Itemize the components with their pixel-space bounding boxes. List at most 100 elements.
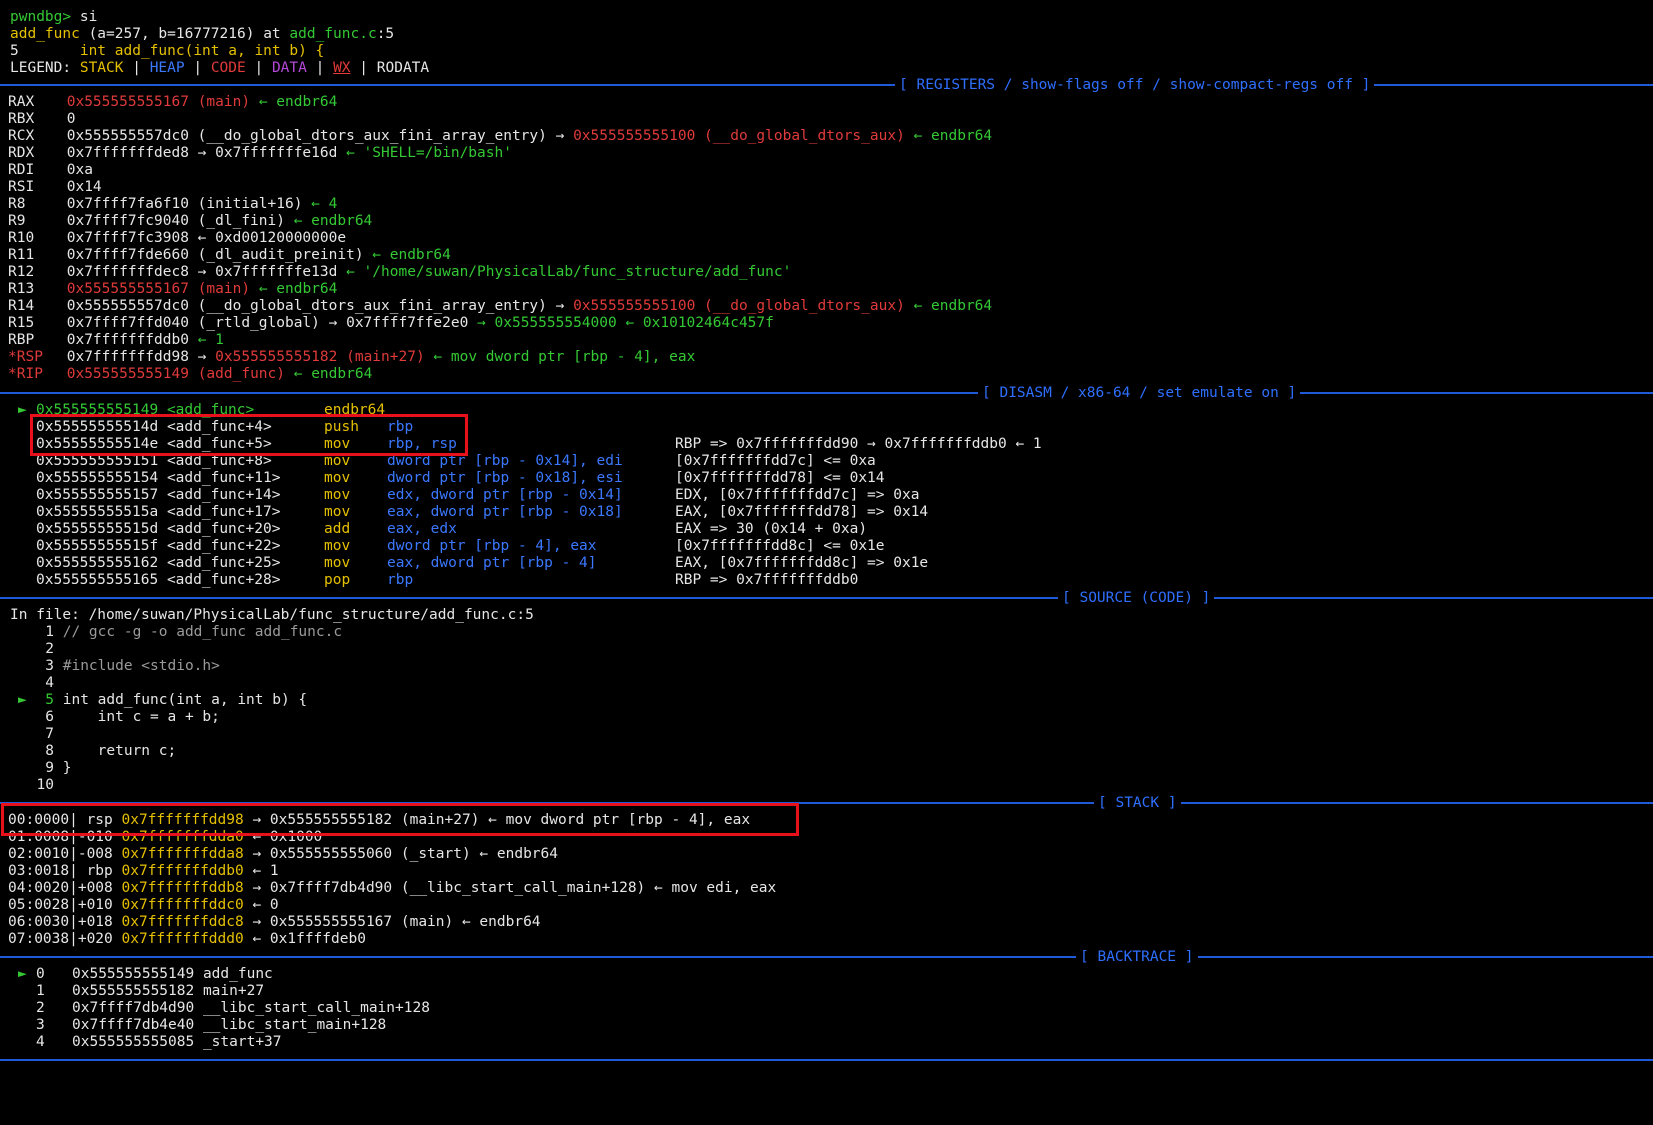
register-tail: ← endbr64 bbox=[913, 298, 993, 314]
legend-label: LEGEND: bbox=[10, 60, 72, 76]
backtrace-frame-number: 2 bbox=[36, 1000, 45, 1016]
register-symbol: (__do_global_dtors_aux) bbox=[704, 298, 905, 314]
disasm-mnemonic: mov bbox=[324, 487, 351, 503]
register-tail: → 0x555555554000 ← 0x10102464c457f bbox=[477, 315, 774, 331]
source-line: 3 #include <stdio.h> bbox=[18, 657, 220, 675]
register-row: R13 0x555555555167 (main) ← endbr64 bbox=[8, 280, 337, 298]
registers-header: [ REGISTERS / show-flags off / show-comp… bbox=[0, 76, 1653, 94]
register-symbol: (main+27) bbox=[346, 349, 425, 365]
backtrace-row: 4 0x555555555085 _start+37 bbox=[18, 1033, 282, 1051]
source-line-text: // gcc -g -o add_func add_func.c bbox=[62, 624, 343, 640]
highlight-box-stack bbox=[1, 803, 799, 836]
backtrace-row: ► 0 0x555555555149 add_func bbox=[18, 965, 273, 983]
stack-offset: rbp bbox=[77, 863, 113, 879]
register-row: *RIP 0x555555555149 (add_func) ← endbr64 bbox=[8, 365, 372, 383]
stack-index: 07:0038 bbox=[8, 931, 70, 947]
disasm-row: 0x555555555165 <add_func+28> bbox=[18, 571, 280, 589]
register-address: 0x555555555167 bbox=[66, 281, 189, 297]
register-address: 0x555555555182 bbox=[215, 349, 338, 365]
source-line-text: #include <stdio.h> bbox=[62, 658, 220, 674]
register-row: R10 0x7ffff7fc3908 ← 0xd00120000000e bbox=[8, 229, 355, 247]
source-title: [ SOURCE (CODE) ] bbox=[1058, 589, 1215, 607]
disasm-address: 0x555555555157 <add_func+14> bbox=[36, 487, 281, 503]
disasm-address: 0x555555555154 <add_func+11> bbox=[36, 470, 281, 486]
backtrace-symbol: __libc_start_call_main+128 bbox=[202, 1000, 430, 1016]
register-tail: ← 'SHELL=/bin/bash' bbox=[346, 145, 512, 161]
stack-value: ← 0x1ffffdeb0 bbox=[252, 931, 366, 947]
disasm-address: 0x55555555515f <add_func+22> bbox=[36, 538, 281, 554]
disasm-annotation: EAX, [0x7fffffffdd78] => 0x14 bbox=[675, 504, 929, 520]
register-row: R9 0x7ffff7fc9040 (_dl_fini) ← endbr64 bbox=[8, 212, 372, 230]
source-line-number: 3 bbox=[45, 658, 54, 674]
register-value: 0x555555557dc0 (__do_global_dtors_aux_fi… bbox=[66, 298, 565, 314]
source-line-text: int add_func(int a, int b) { bbox=[62, 692, 308, 708]
current-source-line: 5 int add_func(int a, int b) { bbox=[10, 42, 324, 60]
backtrace-header: [ BACKTRACE ] bbox=[0, 948, 1653, 966]
register-name: R14 bbox=[8, 298, 35, 314]
prompt: pwndbg> bbox=[10, 9, 72, 25]
bottom-rule bbox=[0, 1051, 1653, 1069]
disasm-operands: dword ptr [rbp - 0x18], esi bbox=[387, 470, 623, 486]
command: si bbox=[79, 9, 98, 25]
frame-args: (a=257, b=16777216) bbox=[88, 26, 255, 42]
source-line: 6 int c = a + b; bbox=[18, 708, 220, 726]
stack-index: 05:0028 bbox=[8, 897, 70, 913]
source-line-number: 4 bbox=[45, 675, 54, 691]
backtrace-address: 0x555555555149 bbox=[72, 966, 195, 982]
register-name: RAX bbox=[8, 94, 35, 110]
stack-index: 04:0020 bbox=[8, 880, 70, 896]
backtrace-frame-number: 4 bbox=[36, 1034, 45, 1050]
backtrace-symbol: _start+37 bbox=[202, 1034, 282, 1050]
register-name: *RIP bbox=[8, 366, 43, 382]
backtrace-address: 0x555555555182 bbox=[72, 983, 195, 999]
current-line-number: 5 bbox=[10, 43, 19, 59]
stack-row: 06:0030|+018 0x7fffffffddc8 → 0x55555555… bbox=[8, 914, 541, 930]
stack-value: → 0x555555555167 (main) ← endbr64 bbox=[252, 914, 541, 930]
register-name: RCX bbox=[8, 128, 35, 144]
source-line: 8 return c; bbox=[18, 742, 176, 760]
register-row: RBX 0 bbox=[8, 110, 84, 128]
stack-offset: +008 bbox=[77, 880, 113, 896]
register-tail: ← endbr64 bbox=[913, 128, 993, 144]
source-line-text: } bbox=[62, 760, 72, 776]
disasm-header: [ DISASM / x86-64 / set emulate on ] bbox=[0, 384, 1653, 402]
register-tail: ← 4 bbox=[311, 196, 338, 212]
disasm-operands: rbp bbox=[387, 572, 414, 588]
register-value: 0x7ffff7fc3908 ← 0xd00120000000e bbox=[66, 230, 347, 246]
register-value: 0x7ffff7ffd040 (_rtld_global) → 0x7ffff7… bbox=[66, 315, 469, 331]
stack-offset: +010 bbox=[77, 897, 113, 913]
source-line-number: 1 bbox=[45, 624, 54, 640]
stack-row: 04:0020|+008 0x7fffffffddb8 → 0x7ffff7db… bbox=[8, 880, 777, 896]
stack-value: ← 1 bbox=[252, 863, 279, 879]
stack-address: 0x7fffffffdda8 bbox=[121, 846, 244, 862]
stack-address: 0x7fffffffddc0 bbox=[121, 897, 244, 913]
register-row: RDI 0xa bbox=[8, 161, 102, 179]
legend-sep: | bbox=[254, 60, 264, 76]
register-row: *RSP 0x7fffffffdd98 → 0x555555555182 (ma… bbox=[8, 348, 695, 366]
source-line: 9 } bbox=[18, 759, 71, 777]
stack-index: 03:0018 bbox=[8, 863, 70, 879]
register-row: RDX 0x7fffffffded8 → 0x7fffffffe16d ← 'S… bbox=[8, 144, 512, 162]
source-line: 4 bbox=[18, 674, 63, 692]
register-tail: ← endbr64 bbox=[258, 94, 338, 110]
source-line: 7 bbox=[18, 725, 63, 743]
legend-code: CODE bbox=[210, 60, 246, 76]
register-name: *RSP bbox=[8, 349, 43, 365]
source-line: ► 5 int add_func(int a, int b) { bbox=[18, 691, 307, 709]
legend-wx: WX bbox=[333, 60, 351, 76]
disasm-annotation: EAX, [0x7fffffffdd8c] => 0x1e bbox=[675, 555, 929, 571]
register-value: 0x7fffffffded8 → 0x7fffffffe16d bbox=[66, 145, 338, 161]
backtrace-frame-number: 1 bbox=[36, 983, 45, 999]
register-value: 0x7ffff7fde660 (_dl_audit_preinit) bbox=[66, 247, 364, 263]
disasm-mnemonic: mov bbox=[324, 504, 351, 520]
backtrace-marker: ► bbox=[18, 966, 27, 982]
frame-file: add_func.c bbox=[289, 26, 377, 42]
backtrace-title: [ BACKTRACE ] bbox=[1076, 948, 1198, 966]
register-symbol: (main) bbox=[197, 281, 251, 297]
register-row: RSI 0x14 bbox=[8, 178, 110, 196]
register-row: R12 0x7fffffffdec8 → 0x7fffffffe13d ← '/… bbox=[8, 263, 791, 281]
register-row: RCX 0x555555557dc0 (__do_global_dtors_au… bbox=[8, 127, 992, 145]
terminal[interactable]: pwndbg> si add_func (a=257, b=16777216) … bbox=[0, 0, 1653, 1125]
disasm-annotation: [0x7fffffffdd78] <= 0x14 bbox=[675, 470, 885, 486]
stack-index: 02:0010 bbox=[8, 846, 70, 862]
